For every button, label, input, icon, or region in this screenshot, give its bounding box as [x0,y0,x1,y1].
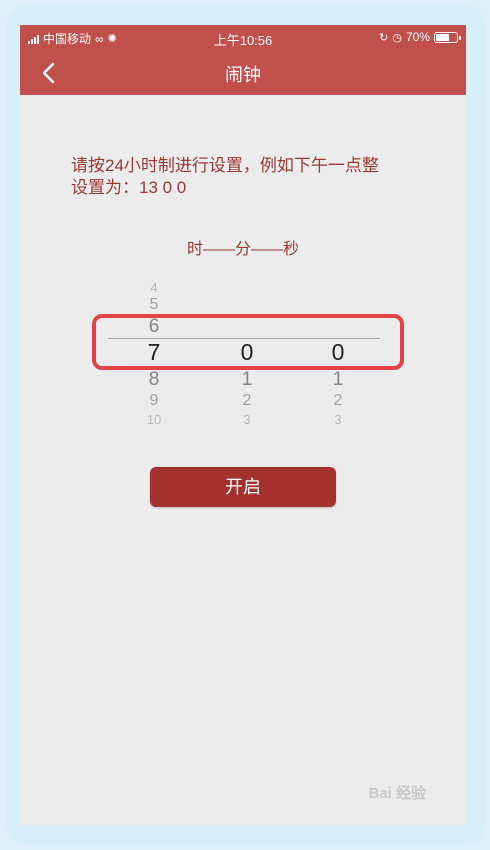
instruction-text: 请按24小时制进行设置，例如下午一点整 设置为：13 0 0 [71,155,431,199]
watermark-logo: Bai 经验 [368,785,426,802]
second-option[interactable]: 2 [318,392,358,410]
hour-option[interactable]: 10 [134,412,174,427]
battery-icon [434,31,461,43]
minute-option[interactable]: 3 [227,412,267,427]
rotation-lock-icon: ↻ [379,31,389,44]
minute-option[interactable]: 2 [227,392,267,410]
hour-option[interactable]: 9 [134,392,174,410]
second-option[interactable]: 3 [318,412,358,427]
instruction-line-1: 请按24小时制进行设置，例如下午一点整 [71,156,379,175]
hour-option[interactable]: 5 [134,296,174,314]
units-label: 时——分——秒 [186,241,299,258]
status-right: ↻ ◷ 70% [379,30,461,44]
instruction-line-2: 设置为：13 0 0 [71,178,187,197]
hour-option[interactable]: 4 [134,280,174,295]
battery-percent: 70% [405,30,430,44]
battery-fill [436,33,450,41]
app-screen: 中国移动 ∞ ✺ 上午10:56 ↻ ◷ 70% 闹钟 请按24小时制进行设置，… [20,25,466,825]
alarm-icon: ◷ [392,31,402,44]
page-title: 闹钟 [225,65,261,85]
second-option[interactable]: 1 [318,369,358,391]
selection-highlight-box [92,314,404,370]
navigation-bar: 闹钟 [20,50,466,95]
status-bar: 中国移动 ∞ ✺ 上午10:56 ↻ ◷ 70% [20,25,466,50]
start-button[interactable]: 开启 [150,467,336,507]
minute-option[interactable]: 1 [227,369,267,391]
hour-option[interactable]: 8 [134,369,174,391]
